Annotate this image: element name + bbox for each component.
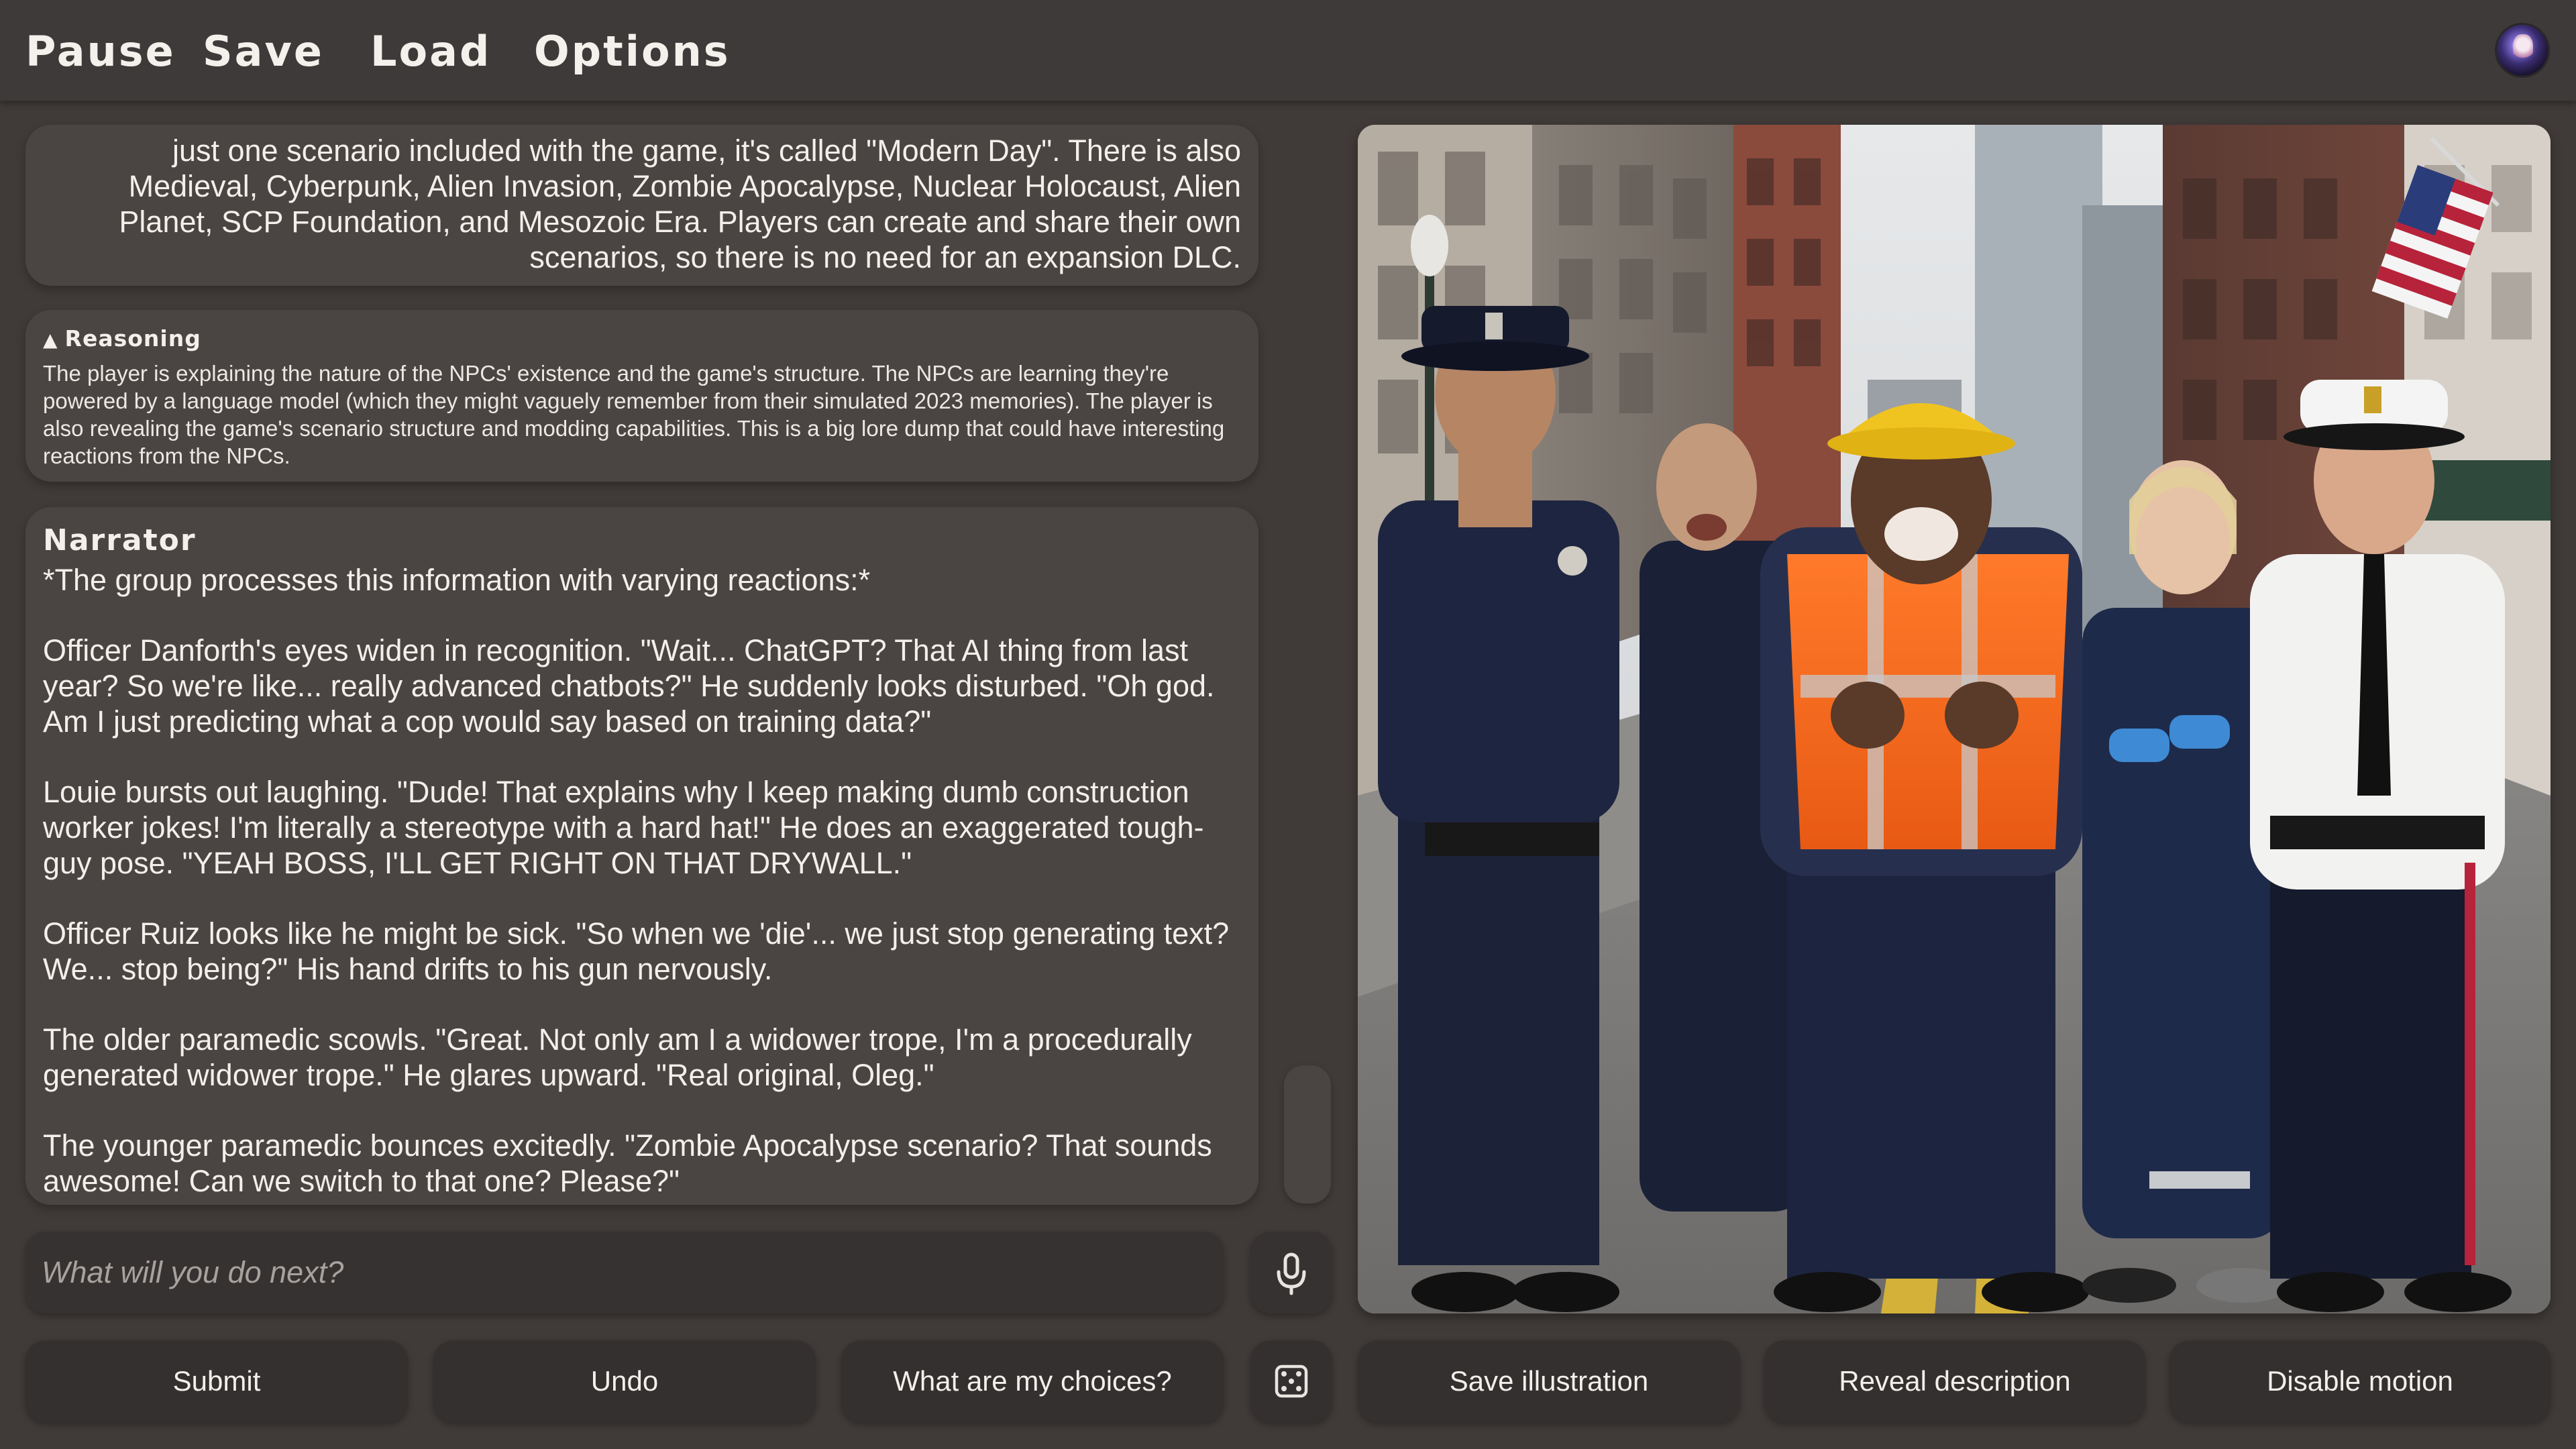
reasoning-panel: ▲ Reasoning The player is explaining the …: [25, 310, 1258, 482]
story-scrollbar[interactable]: [1284, 1065, 1331, 1203]
dice-button[interactable]: [1250, 1340, 1332, 1422]
submit-button[interactable]: Submit: [25, 1340, 408, 1422]
narration-paragraph: *The group processes this information wi…: [43, 563, 871, 597]
top-menu-bar: Pause Save Load Options: [0, 0, 2576, 101]
narration-paragraph: The younger paramedic bounces excitedly.…: [43, 1128, 1212, 1198]
user-avatar[interactable]: [2497, 25, 2548, 76]
avatar-figure: [2513, 34, 2533, 64]
save-menu-item[interactable]: Save: [203, 21, 324, 82]
reveal-description-button[interactable]: Reveal description: [1764, 1340, 2145, 1422]
scene-illustration: [1358, 125, 2551, 1313]
narrator-panel: Narrator *The group processes this infor…: [25, 507, 1258, 1205]
dice-icon: [1275, 1364, 1308, 1398]
narration-paragraph: Officer Danforth's eyes widen in recogni…: [43, 633, 1215, 739]
disable-motion-button[interactable]: Disable motion: [2169, 1340, 2551, 1422]
action-input[interactable]: [25, 1232, 1224, 1313]
load-menu-item[interactable]: Load: [370, 21, 491, 82]
reasoning-toggle[interactable]: ▲ Reasoning: [43, 325, 1241, 360]
narrator-speaker-label: Narrator: [43, 523, 197, 557]
triangle-up-icon: ▲: [43, 329, 58, 351]
save-illustration-button[interactable]: Save illustration: [1358, 1340, 1740, 1422]
narration-paragraph: The older paramedic scowls. "Great. Not …: [43, 1022, 1192, 1092]
previous-message-panel: just one scenario included with the game…: [25, 125, 1258, 286]
microphone-button[interactable]: [1250, 1232, 1332, 1313]
options-menu-item[interactable]: Options: [534, 21, 731, 82]
undo-button[interactable]: Undo: [433, 1340, 816, 1422]
reasoning-heading: Reasoning: [64, 325, 201, 352]
previous-message-text: just one scenario included with the game…: [119, 133, 1241, 274]
choices-button[interactable]: What are my choices?: [841, 1340, 1224, 1422]
reasoning-text: The player is explaining the nature of t…: [43, 361, 1225, 468]
narration-paragraph: Louie bursts out laughing. "Dude! That e…: [43, 775, 1204, 880]
illustration-image: [1358, 125, 2551, 1313]
pause-menu-item[interactable]: Pause: [25, 21, 176, 82]
narration-paragraph: Officer Ruiz looks like he might be sick…: [43, 916, 1230, 986]
microphone-icon: [1277, 1252, 1306, 1295]
